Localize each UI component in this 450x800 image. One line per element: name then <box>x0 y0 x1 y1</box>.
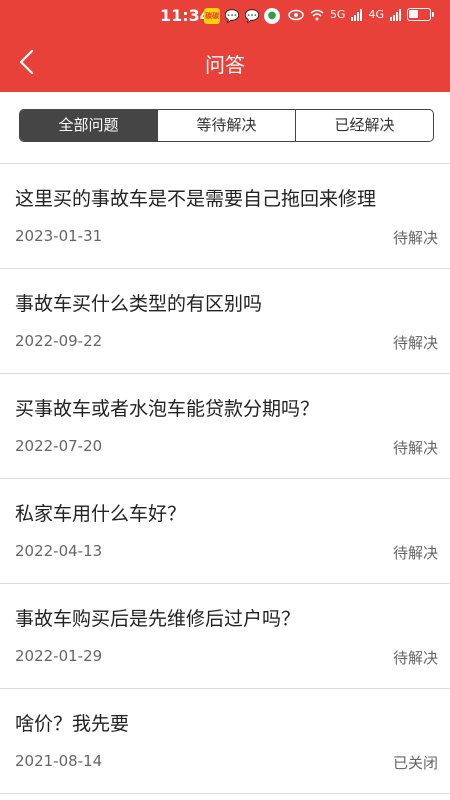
tab-pending[interactable]: 等待解决 <box>157 110 295 141</box>
question-status: 已关闭 <box>392 754 438 772</box>
question-title: 这里买的事故车是不是需要自己拖回来修理 <box>15 188 377 210</box>
question-status: 待解决 <box>392 229 438 247</box>
question-date: 2022-01-29 <box>15 647 103 665</box>
page-title: 问答 <box>205 53 245 77</box>
wechat-icon: 💬 <box>224 9 240 23</box>
question-item[interactable]: 事故车买什么类型的有区别吗 2022-09-22 待解决 <box>0 269 450 374</box>
question-status: 待解决 <box>392 649 438 667</box>
question-title: 私家车用什么车好？ <box>15 503 187 525</box>
tab-all-questions[interactable]: 全部问题 <box>20 110 157 141</box>
question-list: 这里买的事故车是不是需要自己拖回来修理 2023-01-31 待解决 事故车买什… <box>0 164 450 794</box>
question-item[interactable]: 私家车用什么车好？ 2022-04-13 待解决 <box>0 479 450 584</box>
question-item[interactable]: 这里买的事故车是不是需要自己拖回来修理 2023-01-31 待解决 <box>0 164 450 269</box>
question-date: 2022-07-20 <box>15 437 103 455</box>
question-date: 2022-04-13 <box>15 542 103 560</box>
tab-resolved[interactable]: 已经解决 <box>295 110 433 141</box>
question-title: 事故车购买后是先维修后过户吗？ <box>15 608 301 630</box>
wifi-icon <box>310 9 324 20</box>
question-item[interactable]: 事故车购买后是先维修后过户吗？ 2022-01-29 待解决 <box>0 584 450 689</box>
signal-icon <box>390 8 401 21</box>
question-date: 2023-01-31 <box>15 227 103 245</box>
question-title: 买事故车或者水泡车能贷款分期吗？ <box>15 398 320 420</box>
question-item[interactable]: 买事故车或者水泡车能贷款分期吗？ 2022-07-20 待解决 <box>0 374 450 479</box>
question-status: 待解决 <box>392 334 438 352</box>
system-icons: 5G 4G <box>288 8 434 21</box>
network-label: 5G <box>329 8 346 21</box>
status-bar: 11:34 碳碳 💬 💬 ● 5G 4G <box>0 0 450 32</box>
network-label: 4G <box>368 8 384 21</box>
notification-icons: 碳碳 💬 💬 ● <box>204 8 280 24</box>
question-date: 2022-09-22 <box>15 332 103 350</box>
question-date: 2021-08-14 <box>15 752 103 770</box>
battery-tip <box>432 12 434 17</box>
battery-icon <box>407 8 431 21</box>
app-icon: ● <box>264 8 280 24</box>
question-status: 待解决 <box>392 544 438 562</box>
wechat-icon: 💬 <box>244 9 260 23</box>
signal-icon <box>351 8 363 21</box>
question-title: 事故车买什么类型的有区别吗 <box>15 293 263 315</box>
question-title: 啥价？我先要 <box>15 713 130 735</box>
question-status: 待解决 <box>392 439 438 457</box>
app-header: 问答 <box>0 32 450 92</box>
app-notification-icon: 碳碳 <box>204 8 220 24</box>
eye-icon <box>288 9 304 20</box>
segmented-control: 全部问题 等待解决 已经解决 <box>19 109 434 142</box>
filter-bar: 全部问题 等待解决 已经解决 <box>0 92 450 164</box>
question-item[interactable]: 啥价？我先要 2021-08-14 已关闭 <box>0 689 450 794</box>
